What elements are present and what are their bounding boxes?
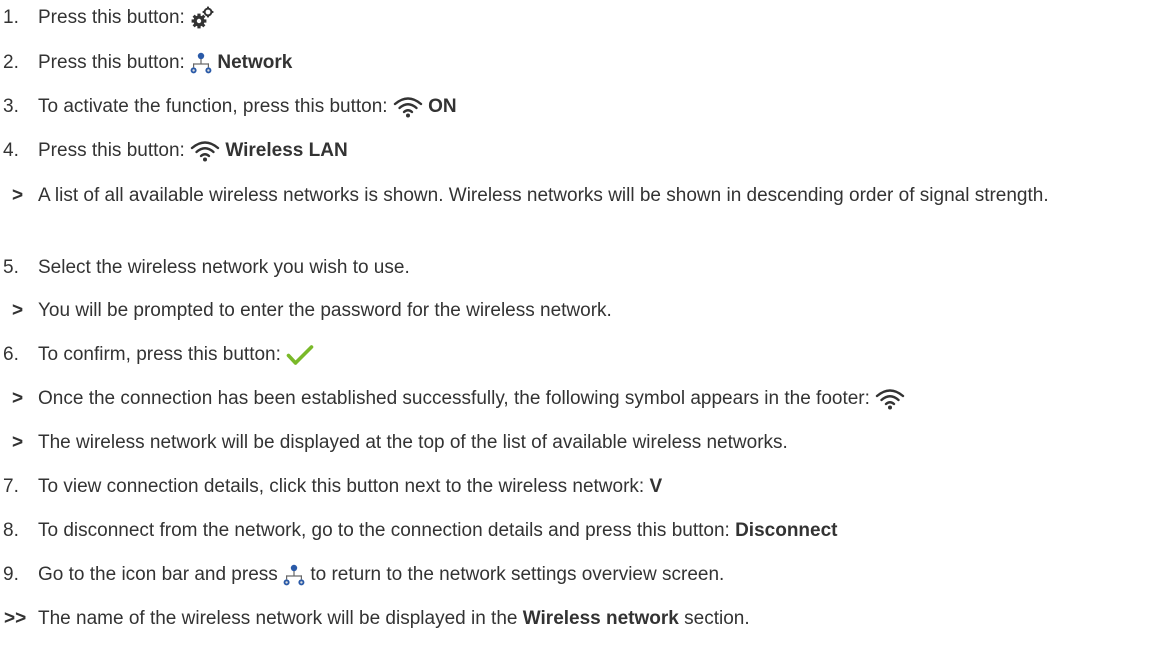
step-text: Press this button: [38,140,191,161]
step-number: 8. [3,520,19,541]
step-5: 5. Select the wireless network you wish … [0,255,1145,281]
result-marker: > [12,300,24,321]
step-number: 6. [3,344,19,365]
network-icon [283,564,305,586]
step-text: A list of all available wireless network… [38,185,1049,206]
result-marker: > [12,185,24,206]
step-text: To disconnect from the network, go to th… [38,520,736,541]
step-number: 3. [3,96,19,117]
result-network-list: > A list of all available wireless netwo… [0,182,1145,210]
step-number: 9. [3,564,19,585]
network-icon [190,52,212,74]
button-label: Network [217,52,293,73]
step-text-after: to return to the network settings overvi… [305,564,725,585]
step-1: 1. Press this button: [0,5,1145,31]
wifi-icon [393,96,423,118]
result-marker: > [12,432,24,453]
step-4: 4. Press this button: Wireless LAN [0,138,1145,164]
step-text: Press this button: [38,52,191,73]
step-text-after: section. [678,608,750,629]
final-result: >> The name of the wireless network will… [0,606,1145,632]
button-label: Wireless LAN [225,140,348,161]
step-number: 7. [3,476,19,497]
step-text: You will be prompted to enter the passwo… [38,300,612,321]
section-name: Wireless network [522,608,679,629]
button-label: Disconnect [735,520,838,541]
wifi-icon [190,140,220,162]
step-text: Press this button: [38,7,191,28]
step-text: Go to the icon bar and press [38,564,284,585]
result-top-of-list: > The wireless network will be displayed… [0,430,1145,456]
step-9: 9. Go to the icon bar and press to retur… [0,562,1145,588]
wifi-icon [875,388,905,410]
step-8: 8. To disconnect from the network, go to… [0,518,1145,544]
step-text: To activate the function, press this but… [38,96,393,117]
step-7: 7. To view connection details, click thi… [0,474,1145,500]
final-result-marker: >> [4,608,27,629]
step-number: 5. [3,257,19,278]
step-number: 1. [3,7,19,28]
step-text: The wireless network will be displayed a… [38,432,788,453]
button-label: ON [428,96,457,117]
step-2: 2. Press this button: Network [0,50,1145,76]
step-text: To view connection details, click this b… [38,476,650,497]
step-number: 2. [3,52,19,73]
result-password-prompt: > You will be prompted to enter the pass… [0,298,1145,324]
button-label: V [649,476,663,497]
result-marker: > [12,388,24,409]
step-text: Once the connection has been established… [38,388,876,409]
step-3: 3. To activate the function, press this … [0,94,1145,120]
step-text: Select the wireless network you wish to … [38,257,410,278]
step-number: 4. [3,140,19,161]
result-connected: > Once the connection has been establish… [0,386,1145,412]
gears-icon [190,6,214,30]
step-text: To confirm, press this button: [38,344,287,365]
checkmark-icon [286,344,314,366]
step-6: 6. To confirm, press this button: [0,342,1145,368]
step-text: The name of the wireless network will be… [38,608,523,629]
